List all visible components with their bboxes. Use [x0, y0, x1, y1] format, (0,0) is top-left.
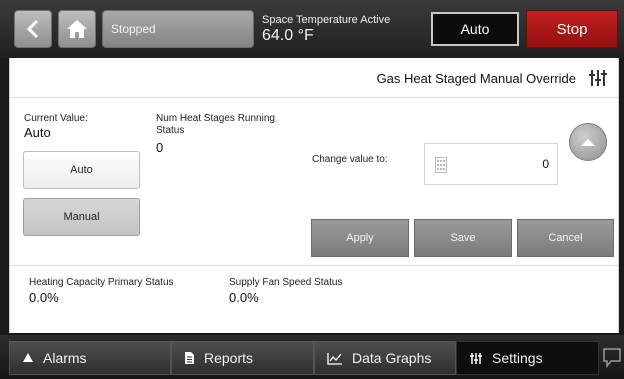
document-icon — [185, 352, 194, 364]
change-value-input[interactable]: 0 — [424, 143, 558, 185]
tab-settings-label: Settings — [492, 350, 543, 366]
increment-button[interactable] — [569, 123, 607, 161]
status-display[interactable]: Stopped — [102, 10, 254, 48]
home-icon — [67, 20, 87, 38]
space-temp-label: Space Temperature Active — [262, 14, 391, 26]
sliders-icon — [470, 352, 482, 364]
graph-icon — [327, 352, 342, 365]
back-button[interactable] — [14, 10, 52, 48]
change-value-label: Change value to: — [312, 154, 388, 165]
chevron-up-icon — [581, 139, 595, 146]
divider — [10, 265, 618, 266]
tab-data-graphs-label: Data Graphs — [352, 350, 432, 366]
current-value: Auto — [24, 125, 51, 140]
bell-icon — [23, 353, 33, 362]
cancel-button[interactable]: Cancel — [517, 219, 614, 257]
num-heat-stages-value: 0 — [156, 140, 164, 155]
chevron-left-icon — [26, 20, 39, 38]
num-heat-stages-label: Num Heat Stages Running — [156, 113, 275, 124]
tab-alarms-label: Alarms — [43, 350, 87, 366]
status-text: Stopped — [111, 22, 156, 36]
heating-capacity-label: Heating Capacity Primary Status — [29, 277, 174, 288]
current-value-label: Current Value: — [24, 113, 88, 124]
tab-settings[interactable]: Settings — [456, 341, 599, 375]
stop-button[interactable]: Stop — [526, 10, 618, 48]
auto-mode-button[interactable]: Auto — [23, 151, 140, 189]
sliders-icon[interactable] — [588, 69, 608, 87]
auto-button[interactable]: Auto — [431, 12, 519, 46]
supply-fan-label: Supply Fan Speed Status — [229, 277, 343, 288]
bottom-tab-bar: Alarms Reports Data Graphs Settings — [0, 335, 624, 379]
num-heat-stages-label-status: Status — [156, 125, 185, 136]
chat-icon[interactable] — [602, 347, 622, 369]
change-value-number: 0 — [542, 157, 549, 171]
tab-reports[interactable]: Reports — [171, 341, 314, 375]
top-bar: Stopped Space Temperature Active 64.0 °F… — [0, 0, 624, 58]
space-temp-value: 64.0 °F — [262, 27, 314, 44]
heating-capacity-value: 0.0% — [29, 290, 59, 305]
tab-data-graphs[interactable]: Data Graphs — [314, 341, 456, 375]
home-button[interactable] — [58, 10, 96, 48]
save-button[interactable]: Save — [414, 219, 512, 257]
tab-reports-label: Reports — [204, 350, 254, 366]
keypad-icon[interactable] — [435, 157, 447, 173]
tab-alarms[interactable]: Alarms — [9, 341, 171, 375]
apply-button[interactable]: Apply — [311, 219, 409, 257]
manual-mode-button[interactable]: Manual — [23, 198, 140, 236]
panel-header: Gas Heat Staged Manual Override — [10, 58, 618, 98]
space-temperature: Space Temperature Active 64.0 °F — [262, 14, 390, 45]
override-panel: Gas Heat Staged Manual Override Current … — [9, 58, 619, 333]
page-title: Gas Heat Staged Manual Override — [376, 71, 576, 86]
supply-fan-value: 0.0% — [229, 290, 259, 305]
